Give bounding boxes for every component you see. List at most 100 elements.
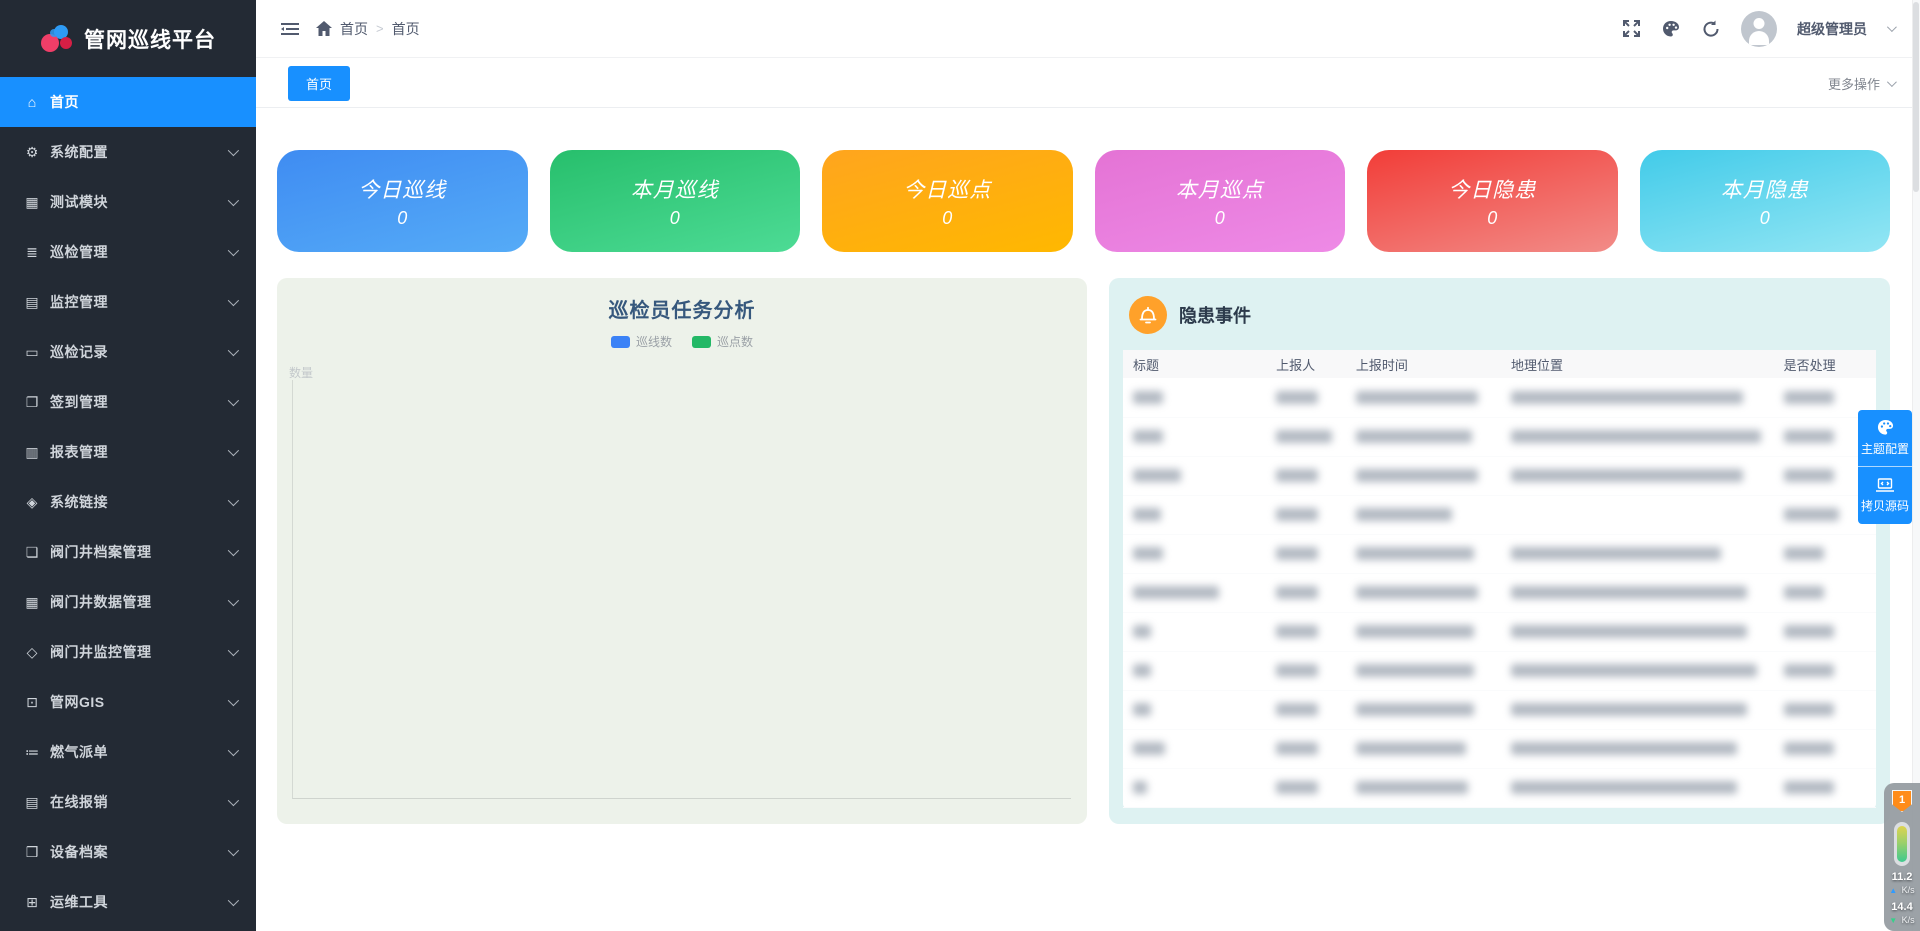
table-cell: [1266, 534, 1346, 573]
sidebar-item-16[interactable]: ⊞运维工具: [0, 877, 256, 927]
sidebar-item-label: 监控管理: [50, 292, 228, 312]
sidebar-item-5[interactable]: ▭巡检记录: [0, 327, 256, 377]
stat-card-5[interactable]: 本月隐患0: [1640, 150, 1891, 252]
redacted-text: [1511, 469, 1743, 482]
table-cell: [1774, 573, 1876, 612]
sidebar-item-9[interactable]: ❏阀门井档案管理: [0, 527, 256, 577]
sidebar-item-15[interactable]: ❒设备档案: [0, 827, 256, 877]
stat-card-value: 0: [550, 208, 801, 229]
sidebar-item-2[interactable]: ▦测试模块: [0, 177, 256, 227]
redacted-text: [1276, 469, 1318, 482]
table-cell: [1346, 495, 1501, 534]
sidebar-item-0[interactable]: ⌂ 首页: [0, 77, 256, 127]
menu-fold-icon[interactable]: [280, 19, 300, 39]
sidebar-item-8[interactable]: ◈系统链接: [0, 477, 256, 527]
stat-card-label: 今日隐患: [1367, 150, 1618, 204]
stat-card-value: 0: [1095, 208, 1346, 229]
float-button-1[interactable]: 拷贝源码: [1858, 467, 1912, 524]
redacted-text: [1276, 625, 1318, 638]
stat-cards-row: 今日巡线0本月巡线0今日巡点0本月巡点0今日隐患0本月隐患0: [277, 150, 1890, 252]
table-cell: [1501, 495, 1774, 534]
sidebar-item-14[interactable]: ▤在线报销: [0, 777, 256, 827]
more-operations-label: 更多操作: [1828, 74, 1880, 93]
redacted-text: [1276, 664, 1318, 677]
table-cell: [1346, 573, 1501, 612]
sidebar-item-7[interactable]: ▥报表管理: [0, 427, 256, 477]
theme-palette-icon[interactable]: [1661, 19, 1681, 39]
redacted-text: [1356, 625, 1474, 638]
tab-home[interactable]: 首页: [288, 66, 350, 101]
stat-card-1[interactable]: 本月巡线0: [550, 150, 801, 252]
chevron-down-icon: [228, 745, 239, 756]
table-row[interactable]: [1123, 378, 1876, 417]
scrollbar-thumb[interactable]: [1913, 2, 1919, 192]
table-row[interactable]: [1123, 768, 1876, 807]
redacted-text: [1133, 742, 1165, 755]
table-row[interactable]: [1123, 534, 1876, 573]
redacted-text: [1784, 586, 1824, 599]
clipboard-icon: ❏: [22, 544, 42, 561]
legend-label: 巡点数: [717, 333, 753, 350]
table-row[interactable]: [1123, 690, 1876, 729]
table-cell: [1501, 729, 1774, 768]
sidebar-item-6[interactable]: ❐签到管理: [0, 377, 256, 427]
table-row[interactable]: [1123, 612, 1876, 651]
task-analysis-panel: 巡检员任务分析 巡线数巡点数 数量: [277, 278, 1087, 824]
user-name[interactable]: 超级管理员: [1797, 19, 1867, 39]
table-cell: [1123, 729, 1266, 768]
table-cell: [1501, 378, 1774, 417]
stat-card-2[interactable]: 今日巡点0: [822, 150, 1073, 252]
home-icon: ⌂: [22, 94, 42, 110]
stat-card-3[interactable]: 本月巡点0: [1095, 150, 1346, 252]
table-row[interactable]: [1123, 417, 1876, 456]
table-column-header: 上报人: [1266, 350, 1346, 378]
chevron-down-icon: [228, 845, 239, 856]
chevron-down-icon: [228, 795, 239, 806]
table-cell: [1346, 378, 1501, 417]
chevron-down-icon: [228, 245, 239, 256]
table-row[interactable]: [1123, 573, 1876, 612]
table-row[interactable]: [1123, 495, 1876, 534]
sidebar-item-13[interactable]: ≔燃气派单: [0, 727, 256, 777]
redacted-text: [1133, 469, 1181, 482]
legend-swatch-icon: [611, 336, 630, 348]
table-row[interactable]: [1123, 729, 1876, 768]
sidebar-item-3[interactable]: ≣巡检管理: [0, 227, 256, 277]
network-monitor-widget[interactable]: 1 11.2 ▲ K/s 14.4 ▼ K/s: [1884, 783, 1920, 931]
fullscreen-icon[interactable]: [1621, 19, 1641, 39]
palette-icon: [1877, 419, 1894, 436]
refresh-icon[interactable]: [1701, 19, 1721, 39]
user-avatar[interactable]: [1741, 11, 1777, 47]
legend-item-0[interactable]: 巡线数: [611, 333, 672, 350]
redacted-text: [1356, 586, 1478, 599]
stat-card-4[interactable]: 今日隐患0: [1367, 150, 1618, 252]
home-icon[interactable]: [316, 21, 332, 36]
legend-item-1[interactable]: 巡点数: [692, 333, 753, 350]
calendar-icon: ▦: [22, 594, 42, 611]
table-row[interactable]: [1123, 456, 1876, 495]
sidebar-item-label: 报表管理: [50, 442, 228, 462]
sidebar-item-1[interactable]: ⚙系统配置: [0, 127, 256, 177]
table-cell: [1346, 768, 1501, 807]
user-chevron-down-icon[interactable]: [1887, 22, 1897, 32]
more-operations-dropdown[interactable]: 更多操作: [1828, 74, 1894, 93]
sidebar-item-label: 运维工具: [50, 892, 228, 912]
breadcrumb-root[interactable]: 首页: [340, 19, 368, 39]
float-button-0[interactable]: 主题配置: [1858, 410, 1912, 467]
sidebar-item-11[interactable]: ◇阀门井监控管理: [0, 627, 256, 677]
logo-circles-icon: [40, 24, 74, 54]
sidebar-item-12[interactable]: ⊡管网GIS: [0, 677, 256, 727]
sidebar-item-label: 在线报销: [50, 792, 228, 812]
download-unit: K/s: [1902, 915, 1915, 925]
table-row[interactable]: [1123, 651, 1876, 690]
gear-icon: ⚙: [22, 144, 42, 161]
sidebar-item-10[interactable]: ▦阀门井数据管理: [0, 577, 256, 627]
chevron-down-icon: [228, 145, 239, 156]
stat-card-0[interactable]: 今日巡线0: [277, 150, 528, 252]
sidebar-item-4[interactable]: ▤监控管理: [0, 277, 256, 327]
table-cell: [1501, 573, 1774, 612]
chevron-down-icon: [228, 345, 239, 356]
sidebar-item-label: 首页: [50, 92, 236, 112]
table-cell: [1123, 690, 1266, 729]
chevron-down-icon: [228, 395, 239, 406]
